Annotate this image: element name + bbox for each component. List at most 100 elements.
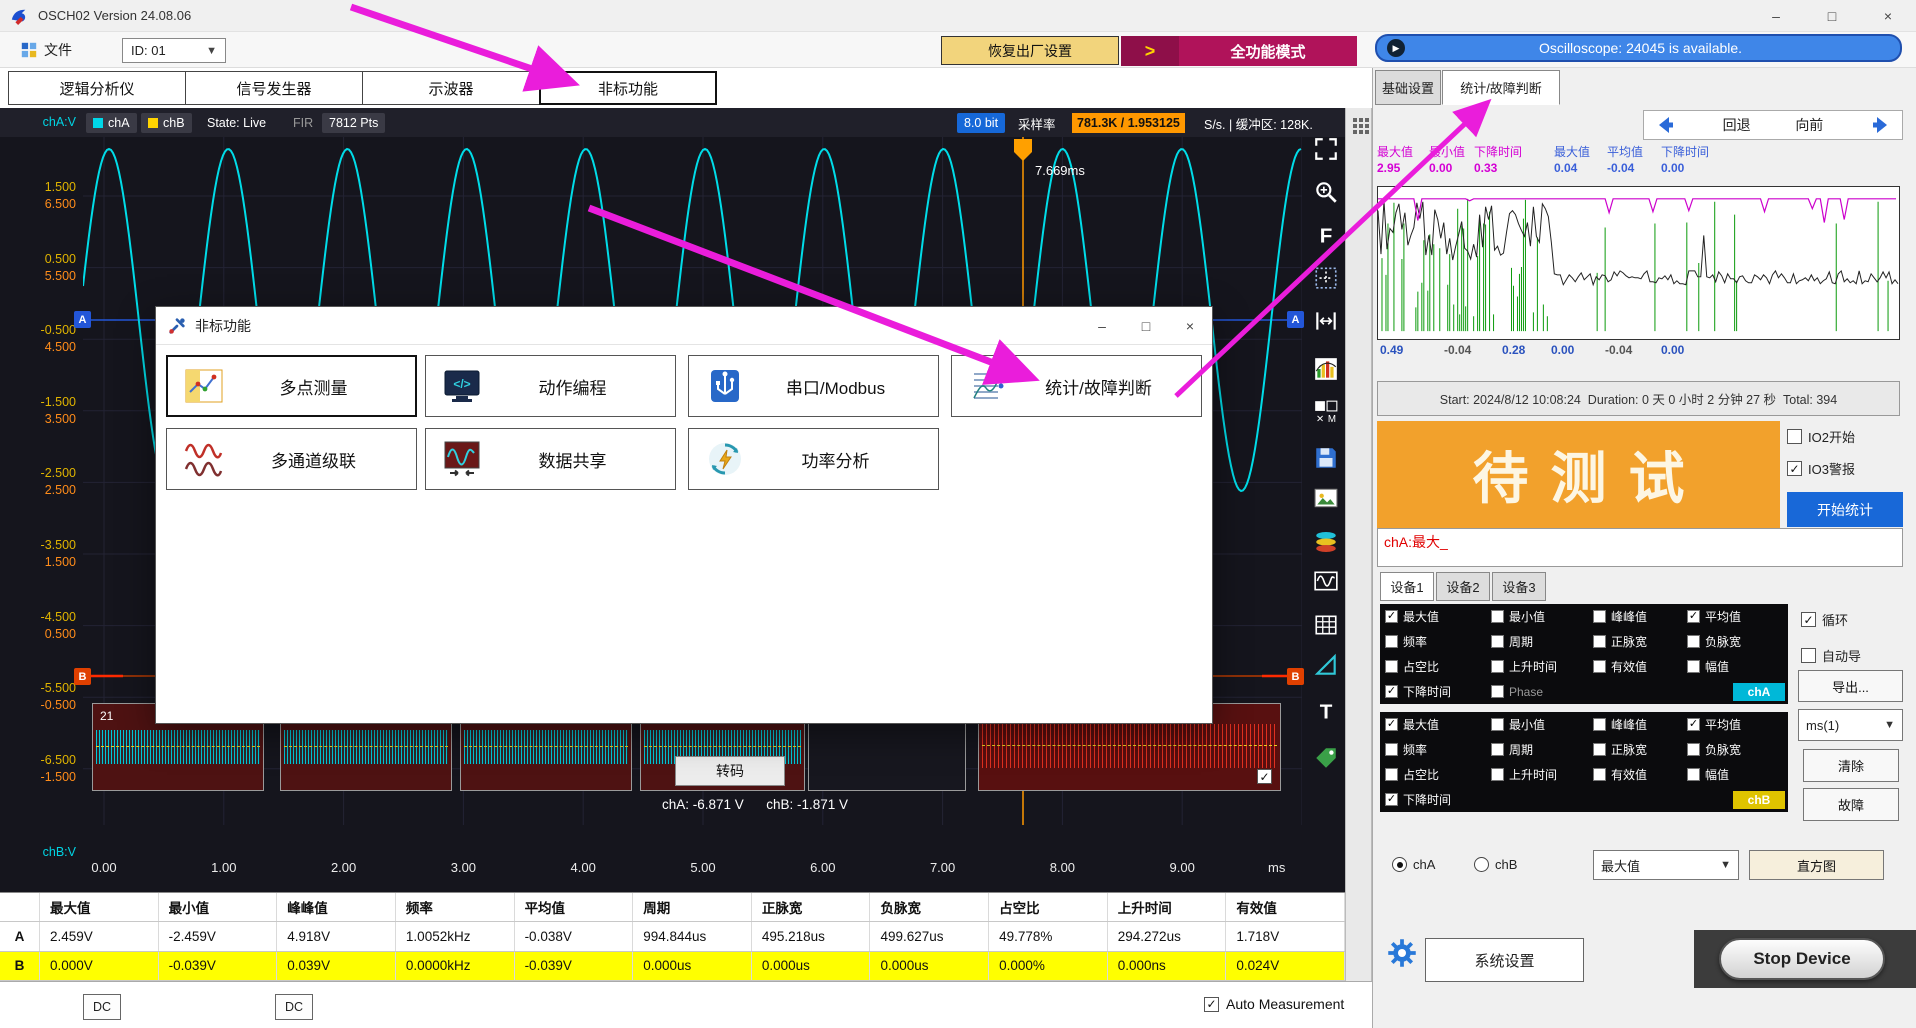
grid-cell-周期[interactable]: 周期 <box>1491 629 1593 654</box>
close-button[interactable]: × <box>1860 0 1916 32</box>
stat-checkbox-幅值[interactable] <box>1687 660 1700 673</box>
io2-checkbox[interactable] <box>1787 429 1802 444</box>
grid-cell-频率[interactable]: 频率 <box>1385 737 1491 762</box>
grid-cell-最小值[interactable]: 最小值 <box>1491 604 1593 629</box>
stat-checkbox-频率[interactable] <box>1385 743 1398 756</box>
grid-cell-有效值[interactable]: 有效值 <box>1593 762 1687 787</box>
tile-windows-icon[interactable]: ✕M <box>1306 395 1345 429</box>
system-settings-button[interactable]: 系统设置 <box>1425 938 1584 982</box>
stat-checkbox-下降时间[interactable]: ✓ <box>1385 793 1398 806</box>
stat-checkbox-平均值[interactable]: ✓ <box>1687 718 1700 731</box>
tab-信号发生器[interactable]: 信号发生器 <box>185 71 363 105</box>
reference-wave-icon[interactable] <box>1306 564 1345 598</box>
zoom-icon[interactable] <box>1306 175 1345 209</box>
stat-checkbox-有效值[interactable] <box>1593 768 1606 781</box>
forward-arrow-icon[interactable] <box>1868 113 1892 137</box>
grid-cell-正脉宽[interactable]: 正脉宽 <box>1593 629 1687 654</box>
fir-filter-label[interactable]: FIR <box>293 113 313 133</box>
clear-button[interactable]: 清除 <box>1803 749 1899 782</box>
stat-checkbox-负脉宽[interactable] <box>1687 635 1700 648</box>
grid-cell-有效值[interactable]: 有效值 <box>1593 654 1687 679</box>
device-id-select[interactable]: ID: 01 ▼ <box>122 38 226 63</box>
stat-checkbox-Phase[interactable] <box>1491 685 1504 698</box>
dialog-button-动作编程[interactable]: </>动作编程 <box>425 355 676 417</box>
stat-checkbox-最小值[interactable] <box>1491 610 1504 623</box>
dialog-button-数据共享[interactable]: 数据共享 <box>425 428 676 490</box>
stat-checkbox-正脉宽[interactable] <box>1593 743 1606 756</box>
stat-checkbox-下降时间[interactable]: ✓ <box>1385 685 1398 698</box>
save-icon[interactable] <box>1306 441 1345 475</box>
marker-b-right[interactable]: B <box>1287 668 1304 685</box>
stat-checkbox-幅值[interactable] <box>1687 768 1700 781</box>
grid-cell-频率[interactable]: 频率 <box>1385 629 1491 654</box>
marker-b-left[interactable]: B <box>74 668 91 685</box>
tab-非标功能[interactable]: 非标功能 <box>539 71 717 105</box>
stat-checkbox-周期[interactable] <box>1491 743 1504 756</box>
table-icon[interactable] <box>1306 608 1345 642</box>
minimize-button[interactable]: – <box>1748 0 1804 32</box>
stat-checkbox-周期[interactable] <box>1491 635 1504 648</box>
stop-device-button[interactable]: Stop Device <box>1719 938 1885 980</box>
stat-checkbox-上升时间[interactable] <box>1491 660 1504 673</box>
channel-a-badge[interactable]: chA <box>86 113 137 133</box>
stat-checkbox-负脉宽[interactable] <box>1687 743 1700 756</box>
marker-a-left[interactable]: A <box>74 311 91 328</box>
tab-示波器[interactable]: 示波器 <box>362 71 540 105</box>
stat-checkbox-最小值[interactable] <box>1491 718 1504 731</box>
auto-export-option[interactable]: 自动导 <box>1801 646 1861 665</box>
grid-cell-占空比[interactable]: 占空比 <box>1385 762 1491 787</box>
channel-b-radio[interactable] <box>1474 857 1489 872</box>
dialog-maximize-button[interactable]: □ <box>1124 307 1168 345</box>
dialog-button-串口/Modbus[interactable]: 串口/Modbus <box>688 355 939 417</box>
grid-cell-平均值[interactable]: ✓平均值 <box>1687 604 1793 629</box>
grid-cell-Phase[interactable]: Phase <box>1491 679 1593 704</box>
grid-cell-上升时间[interactable]: 上升时间 <box>1491 654 1593 679</box>
stat-checkbox-平均值[interactable]: ✓ <box>1687 610 1700 623</box>
io3-checkbox[interactable]: ✓ <box>1787 461 1802 476</box>
fit-screen-icon[interactable] <box>1306 132 1345 166</box>
loop-option[interactable]: ✓ 循环 <box>1801 610 1848 629</box>
text-label-icon[interactable]: T <box>1306 694 1345 728</box>
grid-cell-下降时间[interactable]: ✓下降时间 <box>1385 679 1491 704</box>
grid-cell-幅值[interactable]: 幅值 <box>1687 654 1793 679</box>
layers-icon[interactable] <box>1306 525 1345 559</box>
channel-b-badge[interactable]: chB <box>141 113 192 133</box>
coupling-a-select[interactable]: DC <box>83 994 121 1020</box>
dialog-button-功率分析[interactable]: 功率分析 <box>688 428 939 490</box>
grid-cell-占空比[interactable]: 占空比 <box>1385 654 1491 679</box>
screenshot-icon[interactable] <box>1306 481 1345 515</box>
device-status-button[interactable]: ▶ Oscilloscope: 24045 is available. <box>1375 34 1902 62</box>
panel-tab-统计/故障判断[interactable]: 统计/故障判断 <box>1442 70 1560 105</box>
stat-checkbox-正脉宽[interactable] <box>1593 635 1606 648</box>
h-cursors-icon[interactable] <box>1306 304 1345 338</box>
panel-tab-基础设置[interactable]: 基础设置 <box>1375 70 1441 105</box>
histogram-icon[interactable] <box>1306 352 1345 386</box>
dialog-button-多点测量[interactable]: 多点测量 <box>166 355 417 417</box>
stat-checkbox-峰峰值[interactable] <box>1593 610 1606 623</box>
stat-checkbox-上升时间[interactable] <box>1491 768 1504 781</box>
fft-icon[interactable]: F <box>1306 218 1345 252</box>
maximize-button[interactable]: □ <box>1804 0 1860 32</box>
stat-checkbox-占空比[interactable] <box>1385 660 1398 673</box>
grid-cell-平均值[interactable]: ✓平均值 <box>1687 712 1793 737</box>
grid-cell-负脉宽[interactable]: 负脉宽 <box>1687 629 1793 654</box>
cursor-grid-icon[interactable] <box>1306 261 1345 295</box>
back-button[interactable]: 回退 <box>1723 115 1751 135</box>
full-mode-button[interactable]: > 全功能模式 <box>1121 36 1357 66</box>
start-statistics-button[interactable]: 开始统计 <box>1787 492 1903 527</box>
dialog-close-button[interactable]: × <box>1168 307 1212 345</box>
grid-cell-最大值[interactable]: ✓最大值 <box>1385 604 1491 629</box>
transcode-button[interactable]: 转码 <box>675 756 785 786</box>
auto-measurement-checkbox[interactable]: ✓ <box>1204 997 1219 1012</box>
thumbnail-checkbox[interactable]: ✓ <box>1257 769 1272 784</box>
channel-a-radio-option[interactable]: chA <box>1392 857 1435 872</box>
metric-select[interactable]: 最大值 ▼ <box>1593 850 1739 880</box>
grid-cell-正脉宽[interactable]: 正脉宽 <box>1593 737 1687 762</box>
statistics-chart[interactable] <box>1377 186 1900 340</box>
dialog-button-多通道级联[interactable]: 多通道级联 <box>166 428 417 490</box>
loop-checkbox[interactable]: ✓ <box>1801 612 1816 627</box>
dialog-minimize-button[interactable]: – <box>1080 307 1124 345</box>
coupling-b-select[interactable]: DC <box>275 994 313 1020</box>
factory-reset-button[interactable]: 恢复出厂设置 <box>941 36 1119 65</box>
fault-button[interactable]: 故障 <box>1803 788 1899 821</box>
